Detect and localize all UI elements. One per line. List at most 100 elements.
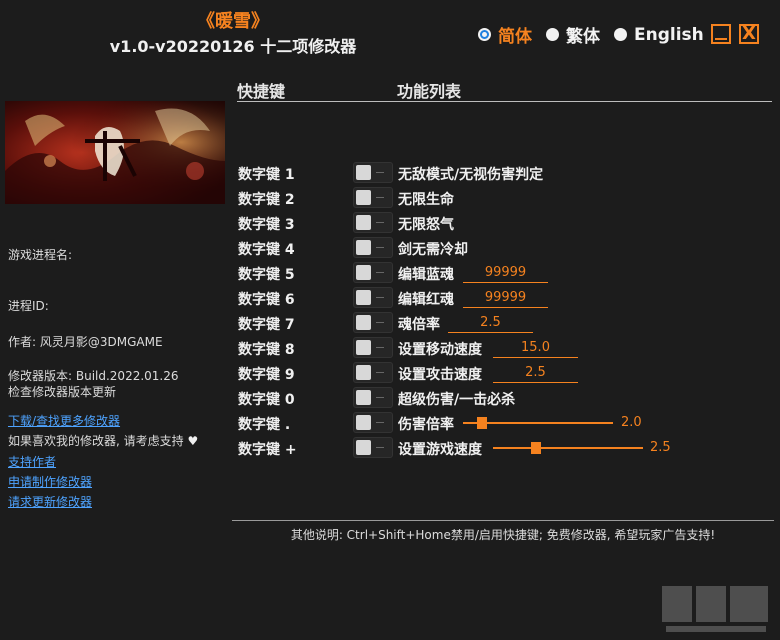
trainer-version-title: v1.0-v20220126 十二项修改器 <box>109 37 357 56</box>
radio-selected-icon[interactable] <box>478 28 491 41</box>
cheat-toggle-switch[interactable] <box>353 187 393 208</box>
cheat-function-label: 无限怒气 <box>398 217 454 233</box>
toggle-track-mark <box>376 222 384 223</box>
cheat-row: 数字键 9 设置攻击速度 2.5 <box>238 362 778 384</box>
watermark-graphic <box>662 586 768 632</box>
cheat-row: 数字键 6 编辑红魂 99999 <box>238 287 778 309</box>
hotkey-label: 数字键 2 <box>238 192 295 208</box>
game-cover-image <box>5 101 225 204</box>
toggle-knob <box>356 390 371 405</box>
download-more-link[interactable]: 下载/查找更多修改器 <box>8 412 120 429</box>
toggle-knob <box>356 215 371 230</box>
toggle-knob <box>356 290 371 305</box>
cheat-row: 数字键 4 剑无需冷却 <box>238 237 778 259</box>
footer-divider <box>232 520 774 521</box>
check-update-link[interactable]: 检查修改器版本更新 <box>8 383 116 400</box>
cheat-toggle-switch[interactable] <box>353 312 393 333</box>
cheat-row: 数字键 1 无敌模式/无视伤害判定 <box>238 162 778 184</box>
hotkey-label: 数字键 + <box>238 442 297 458</box>
cheat-value-slider[interactable] <box>493 442 643 454</box>
title-block: 《暖雪》 v1.0-v20220126 十二项修改器 <box>0 10 466 60</box>
toggle-knob <box>356 340 371 355</box>
function-column-header: 功能列表 <box>397 82 462 101</box>
cheat-toggle-switch[interactable] <box>353 362 393 383</box>
game-cover-art <box>5 101 225 204</box>
slider-thumb[interactable] <box>477 417 487 429</box>
hotkey-label: 数字键 7 <box>238 317 295 333</box>
table-header: 快捷键 功能列表 <box>237 78 772 102</box>
cheat-function-label: 编辑蓝魂 <box>398 267 454 283</box>
site-watermark-logo <box>660 580 772 636</box>
footer-note: 其他说明: Ctrl+Shift+Home禁用/启用快捷键; 免费修改器, 希望… <box>290 528 716 542</box>
process-id-label: 进程ID: <box>8 299 49 313</box>
cheat-toggle-switch[interactable] <box>353 212 393 233</box>
cheat-function-label: 设置移动速度 <box>398 342 482 358</box>
cheat-function-label: 魂倍率 <box>398 317 440 333</box>
cheat-row: 数字键 0 超级伤害/一击必杀 <box>238 387 778 409</box>
game-title: 《暖雪》 <box>197 11 269 32</box>
hotkey-label: 数字键 3 <box>238 217 295 233</box>
cheat-row: 数字键 2 无限生命 <box>238 187 778 209</box>
cheat-function-label: 剑无需冷却 <box>398 242 468 258</box>
lang-option-simplified[interactable]: 简体 <box>478 22 532 47</box>
cheat-function-label: 设置攻击速度 <box>398 367 482 383</box>
cheat-toggle-switch[interactable] <box>353 387 393 408</box>
cheat-row: 数字键 7 魂倍率 2.5 <box>238 312 778 334</box>
minimize-button[interactable] <box>711 24 731 44</box>
toggle-knob <box>356 365 371 380</box>
cheat-function-label: 无敌模式/无视伤害判定 <box>398 167 544 183</box>
toggle-track-mark <box>376 322 384 323</box>
cheat-toggle-switch[interactable] <box>353 437 393 458</box>
support-author-link[interactable]: 支持作者 <box>8 453 56 470</box>
support-message: 如果喜欢我的修改器, 请考虑支持 ♥ <box>8 432 198 449</box>
heart-icon: ♥ <box>187 434 199 448</box>
cheat-row: 数字键 + 设置游戏速度 2.5 <box>238 437 778 459</box>
lang-label: English <box>634 24 704 45</box>
toggle-knob <box>356 265 371 280</box>
cheat-value-input[interactable]: 99999 <box>463 290 548 308</box>
toggle-track-mark <box>376 247 384 248</box>
cheat-value-slider[interactable] <box>463 417 613 429</box>
cheat-toggle-switch[interactable] <box>353 337 393 358</box>
toggle-knob <box>356 315 371 330</box>
slider-thumb[interactable] <box>531 442 541 454</box>
hotkey-label: 数字键 . <box>238 417 291 433</box>
language-selector: 简体 繁体 English <box>478 22 718 47</box>
hotkey-label: 数字键 4 <box>238 242 295 258</box>
toggle-track-mark <box>376 297 384 298</box>
radio-icon[interactable] <box>614 28 627 41</box>
lang-label: 繁体 <box>566 27 600 47</box>
cheat-function-label: 伤害倍率 <box>398 417 454 433</box>
support-text: 如果喜欢我的修改器, 请考虑支持 <box>8 434 184 448</box>
request-trainer-link[interactable]: 申请制作修改器 <box>8 473 92 490</box>
close-button[interactable]: X <box>739 24 759 44</box>
cheat-value-input[interactable]: 2.5 <box>493 365 578 383</box>
lang-option-traditional[interactable]: 繁体 <box>546 22 600 47</box>
request-update-link[interactable]: 请求更新修改器 <box>8 493 92 510</box>
hotkey-label: 数字键 5 <box>238 267 295 283</box>
toggle-track-mark <box>376 447 384 448</box>
cheat-toggle-switch[interactable] <box>353 162 393 183</box>
cheat-toggle-switch[interactable] <box>353 262 393 283</box>
process-name-label: 游戏进程名: <box>8 248 73 262</box>
lang-label: 简体 <box>498 27 532 47</box>
toggle-knob <box>356 190 371 205</box>
lang-option-english[interactable]: English <box>614 25 704 45</box>
toggle-track-mark <box>376 397 384 398</box>
slider-value-label: 2.0 <box>621 415 642 430</box>
toggle-track-mark <box>376 272 384 273</box>
toggle-knob <box>356 415 371 430</box>
cheat-toggle-switch[interactable] <box>353 237 393 258</box>
toggle-knob <box>356 440 371 455</box>
cheat-toggle-switch[interactable] <box>353 412 393 433</box>
toggle-knob <box>356 165 371 180</box>
cheat-toggle-switch[interactable] <box>353 287 393 308</box>
toggle-track-mark <box>376 422 384 423</box>
cheat-value-input[interactable]: 99999 <box>463 265 548 283</box>
cheat-row: 数字键 3 无限怒气 <box>238 212 778 234</box>
cheat-function-label: 编辑红魂 <box>398 292 454 308</box>
radio-icon[interactable] <box>546 28 559 41</box>
cheat-function-label: 超级伤害/一击必杀 <box>398 392 516 408</box>
cheat-value-input[interactable]: 2.5 <box>448 315 533 333</box>
cheat-value-input[interactable]: 15.0 <box>493 340 578 358</box>
